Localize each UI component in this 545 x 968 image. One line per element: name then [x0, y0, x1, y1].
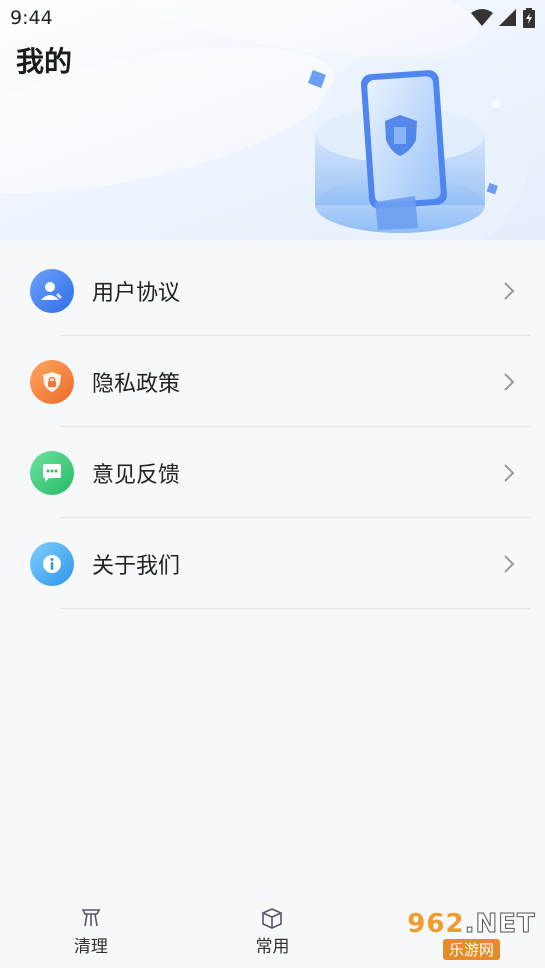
menu-item-label: 隐私政策 — [92, 371, 181, 397]
menu-item-feedback[interactable]: 意见反馈 — [0, 427, 545, 518]
status-time: 9:44 — [10, 7, 53, 29]
status-bar: 9:44 — [0, 0, 545, 36]
watermark-text: 乐游网 — [442, 938, 500, 960]
chevron-right-icon — [504, 372, 515, 391]
chevron-right-icon — [504, 463, 515, 482]
user-icon — [30, 268, 74, 313]
settings-menu: 用户协议 隐私政策 意见反馈 关于我们 — [0, 245, 545, 609]
menu-item-privacy-policy[interactable]: 隐私政策 — [0, 336, 545, 427]
menu-item-about-us[interactable]: 关于我们 — [0, 518, 545, 609]
signal-icon — [499, 9, 516, 26]
tab-label: 清理 — [73, 937, 108, 957]
status-icons — [471, 8, 535, 28]
menu-item-label: 用户协议 — [92, 280, 181, 306]
tab-label: 常用 — [255, 937, 290, 957]
chevron-right-icon — [504, 554, 515, 573]
chevron-right-icon — [504, 281, 515, 300]
watermark-logo: 962.NET 乐游网 — [404, 904, 539, 964]
broom-icon — [81, 909, 101, 927]
page-title: 我的 — [16, 45, 73, 78]
menu-item-label: 关于我们 — [92, 553, 181, 579]
chat-icon — [30, 450, 74, 495]
info-icon — [30, 541, 74, 586]
battery-charging-icon — [523, 8, 535, 28]
divider — [60, 608, 530, 609]
tab-common[interactable]: 常用 — [212, 900, 332, 957]
menu-item-user-agreement[interactable]: 用户协议 — [0, 245, 545, 336]
box-icon — [262, 908, 283, 929]
tab-clean[interactable]: 清理 — [31, 900, 151, 957]
lock-icon — [30, 359, 74, 404]
wifi-icon — [471, 9, 493, 26]
menu-item-label: 意见反馈 — [92, 462, 181, 488]
phone-shield-illustration — [308, 60, 530, 240]
watermark-number: 962.NET — [407, 908, 536, 939]
